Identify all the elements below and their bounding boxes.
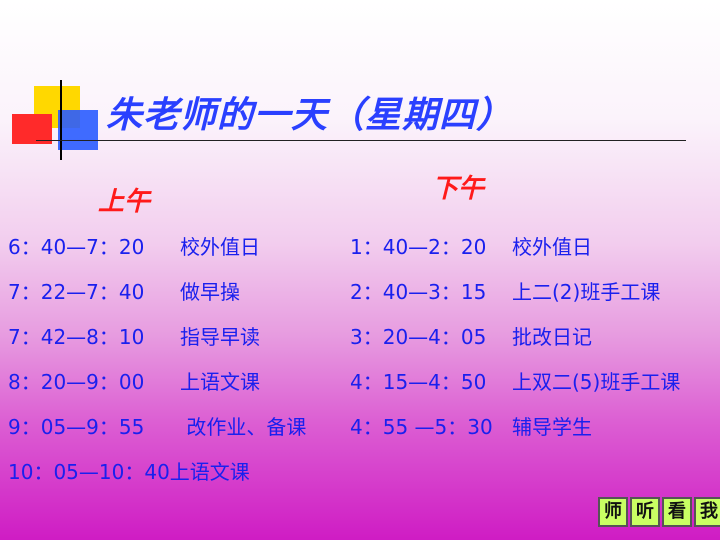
schedule-item: 9：05—9：55 改作业、备课 bbox=[8, 411, 306, 456]
item-time: 2：40—3：15 bbox=[350, 280, 487, 304]
schedule-item: 2：40—3：15 上二(2)班手工课 bbox=[350, 276, 680, 321]
item-time: 7：22—7：40 bbox=[8, 280, 145, 304]
morning-schedule: 6：40—7：20 校外值日 7：22—7：40 做早操 7：42—8：10 指导早读… bbox=[8, 231, 306, 501]
badge-listen[interactable]: 听 bbox=[630, 497, 660, 527]
badge-teacher[interactable]: 师 bbox=[598, 497, 628, 527]
item-time: 4：55 —5：30 bbox=[350, 415, 493, 439]
schedule-item: 4：15—4：50 上双二(5)班手工课 bbox=[350, 366, 680, 411]
item-time: 4：15—4：50 bbox=[350, 370, 487, 394]
schedule-item: 4：55 —5：30 辅导学生 bbox=[350, 411, 680, 456]
badge-look[interactable]: 看 bbox=[662, 497, 692, 527]
schedule-item: 6：40—7：20 校外值日 bbox=[8, 231, 306, 276]
item-activity: 指导早读 bbox=[180, 325, 260, 349]
item-activity: 上语文课 bbox=[169, 460, 250, 484]
item-time: 10：05—10：40 bbox=[8, 460, 170, 484]
item-activity: 校外值日 bbox=[180, 235, 260, 259]
item-activity: 改作业、备课 bbox=[180, 415, 307, 439]
item-activity: 做早操 bbox=[180, 280, 240, 304]
item-time: 1：40—2：20 bbox=[350, 235, 487, 259]
badge-me[interactable]: 我 bbox=[694, 497, 720, 527]
item-time: 7：42—8：10 bbox=[8, 325, 145, 349]
badge-row: 师 听 看 我 bbox=[598, 497, 720, 527]
title-underline bbox=[36, 140, 686, 141]
afternoon-schedule: 1：40—2：20 校外值日 2：40—3：15 上二(2)班手工课 3：20—4：… bbox=[350, 231, 680, 456]
slide-title: 朱老师的一天（星期四） bbox=[106, 95, 514, 136]
item-time: 6：40—7：20 bbox=[8, 235, 145, 259]
decor-vertical-line bbox=[60, 80, 62, 160]
item-activity: 上双二(5)班手工课 bbox=[512, 370, 681, 394]
item-activity: 校外值日 bbox=[512, 235, 592, 259]
item-activity: 上语文课 bbox=[180, 370, 260, 394]
item-activity: 批改日记 bbox=[512, 325, 592, 349]
schedule-item: 8：20—9：00 上语文课 bbox=[8, 366, 306, 411]
morning-heading: 上午 bbox=[98, 187, 151, 217]
item-time: 3：20—4：05 bbox=[350, 325, 487, 349]
schedule-item: 10：05—10：40上语文课 bbox=[8, 456, 306, 501]
afternoon-heading: 下午 bbox=[432, 174, 485, 204]
item-time: 9：05—9：55 bbox=[8, 415, 145, 439]
schedule-item: 1：40—2：20 校外值日 bbox=[350, 231, 680, 276]
schedule-item: 7：22—7：40 做早操 bbox=[8, 276, 306, 321]
schedule-item: 3：20—4：05 批改日记 bbox=[350, 321, 680, 366]
item-time: 8：20—9：00 bbox=[8, 370, 145, 394]
item-activity: 上二(2)班手工课 bbox=[512, 280, 661, 304]
item-activity: 辅导学生 bbox=[512, 415, 592, 439]
decor-square-blue bbox=[58, 110, 98, 150]
schedule-item: 7：42—8：10 指导早读 bbox=[8, 321, 306, 366]
